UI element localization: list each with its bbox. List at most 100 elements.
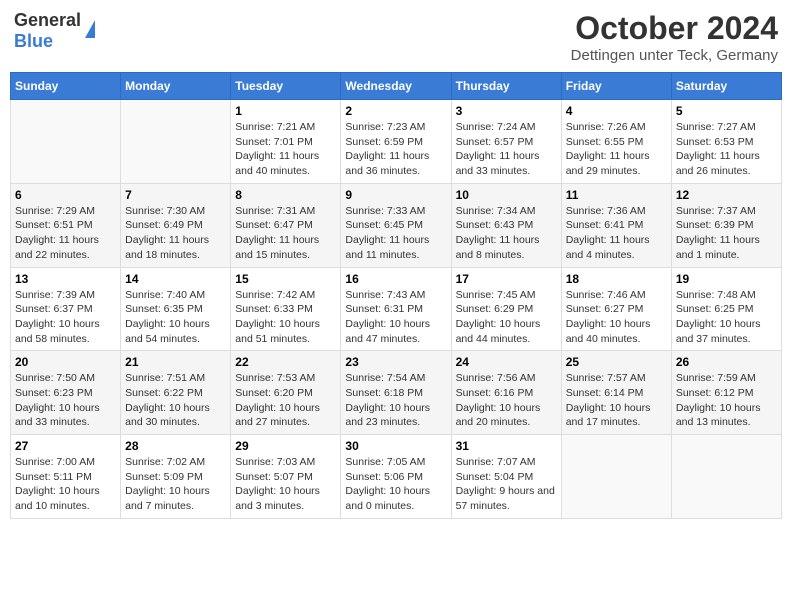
day-info: Sunrise: 7:54 AMSunset: 6:18 PMDaylight:… (345, 371, 446, 430)
weekday-header-saturday: Saturday (671, 73, 781, 100)
logo-arrow-icon (85, 20, 95, 38)
day-number: 26 (676, 355, 777, 369)
day-info: Sunrise: 7:57 AMSunset: 6:14 PMDaylight:… (566, 371, 667, 430)
day-number: 25 (566, 355, 667, 369)
day-number: 13 (15, 272, 116, 286)
day-cell: 19 Sunrise: 7:48 AMSunset: 6:25 PMDayligh… (671, 267, 781, 351)
logo-text: General Blue (14, 10, 81, 52)
day-info: Sunrise: 7:34 AMSunset: 6:43 PMDaylight:… (456, 204, 557, 263)
day-info: Sunrise: 7:31 AMSunset: 6:47 PMDaylight:… (235, 204, 336, 263)
day-cell (671, 435, 781, 519)
logo: General Blue (14, 10, 95, 52)
day-info: Sunrise: 7:53 AMSunset: 6:20 PMDaylight:… (235, 371, 336, 430)
day-info: Sunrise: 7:59 AMSunset: 6:12 PMDaylight:… (676, 371, 777, 430)
weekday-header-tuesday: Tuesday (231, 73, 341, 100)
weekday-header-sunday: Sunday (11, 73, 121, 100)
day-number: 18 (566, 272, 667, 286)
day-number: 7 (125, 188, 226, 202)
day-info: Sunrise: 7:45 AMSunset: 6:29 PMDaylight:… (456, 288, 557, 347)
day-number: 15 (235, 272, 336, 286)
day-number: 1 (235, 104, 336, 118)
logo-general: General (14, 10, 81, 30)
day-cell: 15 Sunrise: 7:42 AMSunset: 6:33 PMDayligh… (231, 267, 341, 351)
day-info: Sunrise: 7:00 AMSunset: 5:11 PMDaylight:… (15, 455, 116, 514)
day-info: Sunrise: 7:36 AMSunset: 6:41 PMDaylight:… (566, 204, 667, 263)
day-info: Sunrise: 7:30 AMSunset: 6:49 PMDaylight:… (125, 204, 226, 263)
day-info: Sunrise: 7:37 AMSunset: 6:39 PMDaylight:… (676, 204, 777, 263)
day-info: Sunrise: 7:21 AMSunset: 7:01 PMDaylight:… (235, 120, 336, 179)
weekday-header-monday: Monday (121, 73, 231, 100)
day-info: Sunrise: 7:48 AMSunset: 6:25 PMDaylight:… (676, 288, 777, 347)
page-header: General Blue October 2024 Dettingen unte… (10, 10, 782, 64)
day-number: 3 (456, 104, 557, 118)
day-number: 5 (676, 104, 777, 118)
logo-blue: Blue (14, 31, 53, 51)
weekday-header-wednesday: Wednesday (341, 73, 451, 100)
day-number: 22 (235, 355, 336, 369)
day-number: 27 (15, 439, 116, 453)
day-cell: 29Sunrise: 7:03 AMSunset: 5:07 PMDayligh… (231, 435, 341, 519)
day-cell: 30 Sunrise: 7:05 AMSunset: 5:06 PMDayligh… (341, 435, 451, 519)
day-info: Sunrise: 7:07 AMSunset: 5:04 PMDaylight:… (456, 455, 557, 514)
day-number: 2 (345, 104, 446, 118)
calendar-table: SundayMondayTuesdayWednesdayThursdayFrid… (10, 72, 782, 519)
day-number: 16 (345, 272, 446, 286)
day-cell: 16 Sunrise: 7:43 AMSunset: 6:31 PMDayligh… (341, 267, 451, 351)
day-info: Sunrise: 7:05 AMSunset: 5:06 PMDaylight:… (345, 455, 446, 514)
day-number: 20 (15, 355, 116, 369)
day-number: 4 (566, 104, 667, 118)
day-number: 10 (456, 188, 557, 202)
day-number: 6 (15, 188, 116, 202)
day-info: Sunrise: 7:33 AMSunset: 6:45 PMDaylight:… (345, 204, 446, 263)
day-cell: 20 Sunrise: 7:50 AMSunset: 6:23 PMDayligh… (11, 351, 121, 435)
day-cell: 8Sunrise: 7:31 AMSunset: 6:47 PMDaylight… (231, 183, 341, 267)
day-number: 17 (456, 272, 557, 286)
day-info: Sunrise: 7:51 AMSunset: 6:22 PMDaylight:… (125, 371, 226, 430)
day-cell: 7 Sunrise: 7:30 AMSunset: 6:49 PMDaylight… (121, 183, 231, 267)
day-number: 21 (125, 355, 226, 369)
day-number: 30 (345, 439, 446, 453)
day-cell: 21 Sunrise: 7:51 AMSunset: 6:22 PMDayligh… (121, 351, 231, 435)
day-cell: 28 Sunrise: 7:02 AMSunset: 5:09 PMDayligh… (121, 435, 231, 519)
day-number: 24 (456, 355, 557, 369)
title-area: October 2024 Dettingen unter Teck, Germa… (571, 10, 778, 64)
day-cell: 23Sunrise: 7:54 AMSunset: 6:18 PMDayligh… (341, 351, 451, 435)
day-cell (561, 435, 671, 519)
day-info: Sunrise: 7:40 AMSunset: 6:35 PMDaylight:… (125, 288, 226, 347)
day-info: Sunrise: 7:56 AMSunset: 6:16 PMDaylight:… (456, 371, 557, 430)
day-cell: 12 Sunrise: 7:37 AMSunset: 6:39 PMDayligh… (671, 183, 781, 267)
day-cell: 1 Sunrise: 7:21 AMSunset: 7:01 PMDaylight… (231, 100, 341, 184)
day-cell (11, 100, 121, 184)
day-info: Sunrise: 7:23 AMSunset: 6:59 PMDaylight:… (345, 120, 446, 179)
day-cell: 3 Sunrise: 7:24 AMSunset: 6:57 PMDaylight… (451, 100, 561, 184)
week-row-3: 13Sunrise: 7:39 AMSunset: 6:37 PMDayligh… (11, 267, 782, 351)
day-number: 14 (125, 272, 226, 286)
day-info: Sunrise: 7:02 AMSunset: 5:09 PMDaylight:… (125, 455, 226, 514)
location: Dettingen unter Teck, Germany (571, 47, 778, 64)
day-info: Sunrise: 7:27 AMSunset: 6:53 PMDaylight:… (676, 120, 777, 179)
day-number: 12 (676, 188, 777, 202)
day-info: Sunrise: 7:50 AMSunset: 6:23 PMDaylight:… (15, 371, 116, 430)
day-cell: 13Sunrise: 7:39 AMSunset: 6:37 PMDayligh… (11, 267, 121, 351)
week-row-2: 6 Sunrise: 7:29 AMSunset: 6:51 PMDaylight… (11, 183, 782, 267)
day-number: 31 (456, 439, 557, 453)
day-cell: 10 Sunrise: 7:34 AMSunset: 6:43 PMDayligh… (451, 183, 561, 267)
day-info: Sunrise: 7:29 AMSunset: 6:51 PMDaylight:… (15, 204, 116, 263)
day-info: Sunrise: 7:43 AMSunset: 6:31 PMDaylight:… (345, 288, 446, 347)
day-number: 28 (125, 439, 226, 453)
day-cell: 4Sunrise: 7:26 AMSunset: 6:55 PMDaylight… (561, 100, 671, 184)
day-cell: 2 Sunrise: 7:23 AMSunset: 6:59 PMDaylight… (341, 100, 451, 184)
day-info: Sunrise: 7:42 AMSunset: 6:33 PMDaylight:… (235, 288, 336, 347)
day-info: Sunrise: 7:03 AMSunset: 5:07 PMDaylight:… (235, 455, 336, 514)
week-row-5: 27 Sunrise: 7:00 AMSunset: 5:11 PMDayligh… (11, 435, 782, 519)
day-cell: 11 Sunrise: 7:36 AMSunset: 6:41 PMDayligh… (561, 183, 671, 267)
day-cell: 18Sunrise: 7:46 AMSunset: 6:27 PMDayligh… (561, 267, 671, 351)
day-info: Sunrise: 7:24 AMSunset: 6:57 PMDaylight:… (456, 120, 557, 179)
day-cell: 24 Sunrise: 7:56 AMSunset: 6:16 PMDayligh… (451, 351, 561, 435)
day-number: 9 (345, 188, 446, 202)
weekday-header-thursday: Thursday (451, 73, 561, 100)
month-title: October 2024 (571, 10, 778, 47)
day-number: 11 (566, 188, 667, 202)
weekday-header-friday: Friday (561, 73, 671, 100)
day-number: 19 (676, 272, 777, 286)
